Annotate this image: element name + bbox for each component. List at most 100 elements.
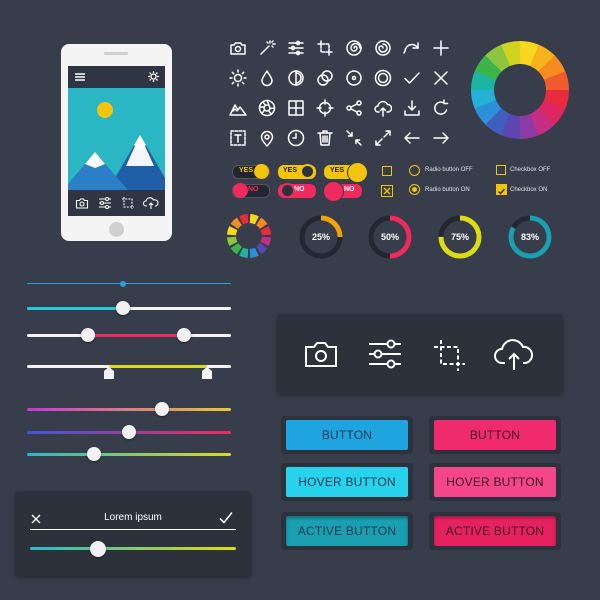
refresh-icon[interactable] [432, 99, 450, 117]
blue-hover-button[interactable]: HOVER BUTTON [286, 467, 408, 497]
grid-layout-icon[interactable] [287, 99, 305, 117]
cloud-upload-icon[interactable] [493, 336, 535, 372]
progress-ring-label: 25% [311, 232, 330, 242]
toggle-yes-yellow-large[interactable]: YES [324, 162, 368, 183]
spinner-segment [256, 217, 268, 229]
spinner-segment [260, 236, 271, 246]
swirl-icon[interactable] [374, 39, 392, 57]
spiral-icon[interactable] [345, 39, 363, 57]
arrow-right-icon[interactable] [432, 129, 450, 147]
sliders-icon[interactable] [367, 338, 403, 370]
checkbox-off[interactable] [496, 165, 506, 175]
cloud-upload-icon[interactable] [374, 99, 392, 117]
button-wrap: BUTTON [429, 416, 561, 454]
spinner-segment [230, 243, 242, 255]
spinner-segment [227, 226, 238, 236]
spinner-segment [249, 214, 259, 225]
crop-icon[interactable] [316, 39, 334, 57]
red-button[interactable]: BUTTON [434, 420, 556, 450]
camera-icon[interactable] [75, 196, 89, 210]
cloud-upload-icon[interactable] [143, 195, 159, 210]
gear-icon[interactable] [147, 70, 160, 83]
clock-icon[interactable] [287, 129, 305, 147]
dialog-slider-knob[interactable] [89, 541, 106, 557]
slider-pin-handle[interactable] [201, 366, 213, 385]
plus-icon[interactable] [432, 39, 450, 57]
slider-track[interactable] [27, 408, 231, 411]
slider-track[interactable] [27, 453, 231, 456]
checkbox-on[interactable] [496, 184, 507, 195]
toggle-yes-dark[interactable]: YES [232, 164, 270, 179]
arrow-left-icon[interactable] [403, 129, 421, 147]
progress-ring-label: 75% [450, 232, 469, 242]
progress-ring: 25% [298, 214, 344, 260]
crosshair-icon[interactable] [316, 99, 334, 117]
text-box-icon[interactable] [229, 129, 247, 147]
progress-ring-label: 50% [380, 232, 399, 242]
landscape-illustration [68, 102, 165, 190]
square-toggle-off[interactable] [382, 166, 392, 176]
close-icon[interactable] [432, 69, 450, 87]
sun-icon[interactable] [229, 69, 247, 87]
red-hover-button[interactable]: HOVER BUTTON [434, 467, 556, 497]
crop-icon[interactable] [432, 338, 468, 372]
red-active-button[interactable]: ACTIVE BUTTON [434, 516, 556, 546]
slider-knob[interactable] [177, 328, 192, 342]
radio-button-off[interactable] [409, 165, 420, 176]
radio-button-on[interactable] [409, 184, 420, 195]
target-ring-icon[interactable] [374, 69, 392, 87]
color-wheel[interactable] [470, 40, 570, 140]
location-pin-icon[interactable] [258, 129, 276, 147]
mountains-icon[interactable] [229, 99, 247, 117]
slider-knob[interactable] [122, 425, 136, 439]
slider-pin-handle[interactable] [103, 366, 115, 385]
circle-dot-icon[interactable] [345, 69, 363, 87]
spinner-segment [239, 214, 249, 225]
check-icon[interactable] [218, 510, 234, 526]
phone-image-placeholder [68, 88, 165, 190]
square-toggle-on[interactable] [381, 184, 393, 197]
dialog-slider-track[interactable] [30, 547, 236, 550]
expand-icon[interactable] [374, 129, 392, 147]
toggle-knob [280, 183, 295, 198]
radio-on-label: Radio button ON [425, 187, 470, 193]
dialog-divider [30, 529, 236, 530]
progress-ring: 75% [437, 214, 483, 260]
crop-icon[interactable] [121, 196, 135, 210]
share-icon[interactable] [345, 99, 363, 117]
hamburger-menu-icon[interactable] [74, 71, 86, 83]
blue-button[interactable]: BUTTON [286, 420, 408, 450]
check-icon[interactable] [403, 69, 421, 87]
drop-icon[interactable] [258, 69, 276, 87]
blue-active-button[interactable]: ACTIVE BUTTON [286, 516, 408, 546]
contrast-icon[interactable] [287, 69, 305, 87]
camera-icon[interactable] [229, 39, 247, 57]
slider-knob[interactable] [87, 447, 102, 461]
spinner-segment [256, 243, 268, 255]
button-wrap: ACTIVE BUTTON [429, 512, 561, 550]
toggle-knob [233, 183, 248, 198]
redo-arc-icon[interactable] [403, 39, 421, 57]
slider-knob[interactable] [119, 281, 126, 287]
shrink-icon[interactable] [345, 129, 363, 147]
phone-speaker [104, 52, 128, 55]
magic-wand-icon[interactable] [258, 39, 276, 57]
checkbox-off-label: Checkbox OFF [510, 167, 551, 173]
slider-track[interactable] [27, 283, 231, 284]
toggle-yes-yellow[interactable]: YES [278, 164, 316, 179]
slider-knob[interactable] [115, 301, 130, 315]
slider-knob[interactable] [81, 328, 96, 342]
trash-icon[interactable] [316, 129, 334, 147]
toggle-no-dark[interactable]: NO [232, 183, 270, 198]
camera-icon[interactable] [303, 338, 339, 370]
aperture-icon[interactable] [258, 99, 276, 117]
toggle-knob [300, 164, 315, 179]
slider-knob[interactable] [154, 402, 169, 416]
sliders-icon[interactable] [287, 39, 305, 57]
toggle-no-red-large[interactable]: NO [323, 181, 362, 202]
toggle-no-red[interactable]: NO [278, 183, 316, 198]
download-icon[interactable] [403, 99, 421, 117]
overlap-circles-icon[interactable] [316, 69, 334, 87]
dialog-panel: Lorem ipsum [15, 491, 251, 576]
sliders-icon[interactable] [98, 196, 112, 210]
